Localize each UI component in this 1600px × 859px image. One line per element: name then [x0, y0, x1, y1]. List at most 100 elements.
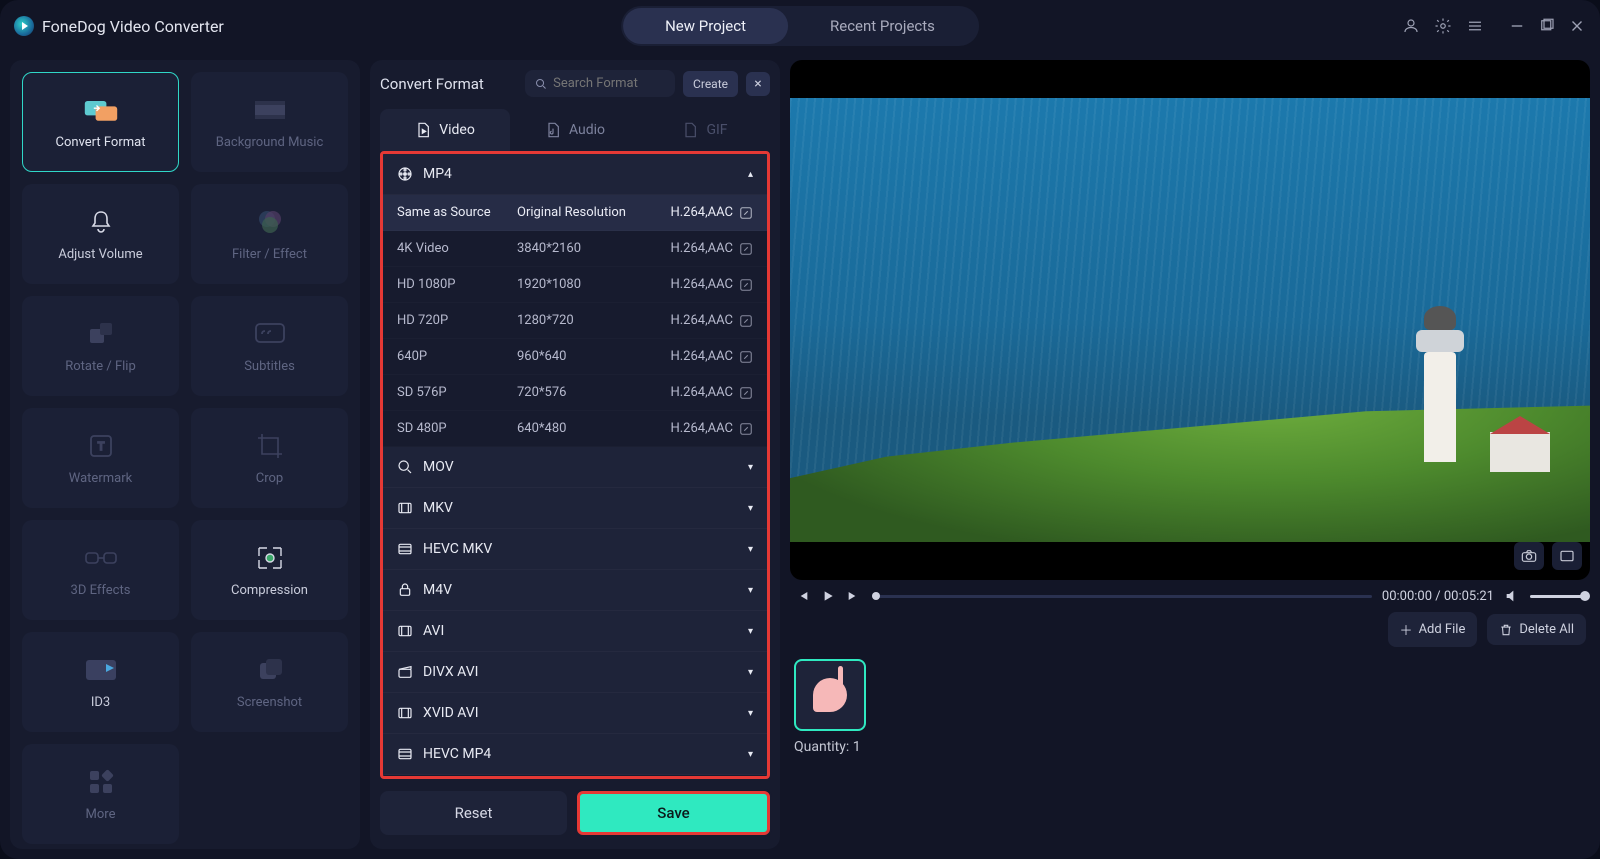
tool-label: Convert Format [56, 135, 146, 150]
close-icon[interactable] [1568, 17, 1586, 35]
magnify-icon [397, 459, 413, 475]
preset-row[interactable]: 640P960*640H.264,AAC [383, 339, 767, 375]
gif-file-icon [682, 122, 698, 138]
format-group-mp4[interactable]: MP4 ▴ [383, 154, 767, 195]
format-tab-audio[interactable]: Audio [510, 109, 640, 151]
video-file-icon [415, 122, 431, 138]
tool-filter-effect[interactable]: Filter / Effect [191, 184, 348, 284]
player-controls: 00:00:00 / 00:05:21 [790, 588, 1590, 604]
chevron-down-icon: ▾ [748, 544, 753, 555]
format-group-hevc-mp4[interactable]: HEVC MP4▾ [383, 734, 767, 775]
format-group-divx-avi[interactable]: DIVX AVI▾ [383, 652, 767, 693]
format-tab-gif[interactable]: GIF [640, 109, 770, 151]
edit-icon[interactable] [739, 422, 753, 436]
panel-title: Convert Format [380, 75, 484, 93]
menu-icon[interactable] [1466, 17, 1484, 35]
preset-row[interactable]: 4K Video3840*2160H.264,AAC [383, 231, 767, 267]
prev-icon[interactable] [794, 588, 810, 604]
quantity-label: Quantity: 1 [794, 739, 866, 755]
tool-screenshot[interactable]: Screenshot [191, 632, 348, 732]
tool-id3[interactable]: ID3 [22, 632, 179, 732]
compression-icon [252, 543, 288, 573]
delete-all-button[interactable]: Delete All [1487, 614, 1586, 645]
preset-row[interactable]: HD 1080P1920*1080H.264,AAC [383, 267, 767, 303]
gear-icon[interactable] [1434, 17, 1452, 35]
format-tab-video[interactable]: Video [380, 109, 510, 151]
add-file-button[interactable]: ＋ Add File [1388, 612, 1478, 647]
edit-icon[interactable] [739, 350, 753, 364]
tool-sidebar: Convert Format Background Music Adjust V… [10, 60, 360, 849]
clapper-icon [397, 664, 413, 680]
play-icon[interactable] [820, 588, 836, 604]
chevron-down-icon: ▾ [748, 462, 753, 473]
glasses-3d-icon [83, 543, 119, 573]
tool-background-music[interactable]: Background Music [191, 72, 348, 172]
chevron-down-icon: ▾ [748, 749, 753, 760]
tool-more[interactable]: More [22, 744, 179, 844]
save-button[interactable]: Save [577, 791, 770, 835]
bell-icon [83, 207, 119, 237]
time-display: 00:00:00 / 00:05:21 [1382, 589, 1494, 604]
music-note-icon [813, 678, 847, 712]
film-icon [397, 746, 413, 762]
tab-recent-projects[interactable]: Recent Projects [788, 8, 977, 44]
minimize-icon[interactable] [1508, 17, 1526, 35]
tool-label: Compression [231, 583, 308, 598]
film-icon [397, 500, 413, 516]
fullscreen-button[interactable] [1552, 542, 1582, 570]
close-panel-button[interactable]: × [746, 72, 770, 96]
audio-file-icon [545, 122, 561, 138]
tool-convert-format[interactable]: Convert Format [22, 72, 179, 172]
snapshot-button[interactable] [1514, 542, 1544, 570]
tool-compression[interactable]: Compression [191, 520, 348, 620]
edit-icon[interactable] [739, 278, 753, 292]
preset-row[interactable]: Same as Source Original Resolution H.264… [383, 195, 767, 231]
create-button[interactable]: Create [683, 71, 738, 97]
progress-bar[interactable] [872, 595, 1372, 598]
tool-adjust-volume[interactable]: Adjust Volume [22, 184, 179, 284]
tab-new-project[interactable]: New Project [623, 8, 788, 44]
reel-icon [397, 166, 413, 182]
tool-watermark[interactable]: T Watermark [22, 408, 179, 508]
edit-icon[interactable] [739, 314, 753, 328]
preset-row[interactable]: HD 720P1280*720H.264,AAC [383, 303, 767, 339]
edit-icon[interactable] [739, 386, 753, 400]
id3-icon [83, 655, 119, 685]
account-icon[interactable] [1402, 17, 1420, 35]
format-group-hevc-mkv[interactable]: HEVC MKV▾ [383, 529, 767, 570]
chevron-down-icon: ▾ [748, 708, 753, 719]
watermark-icon: T [83, 431, 119, 461]
volume-icon[interactable] [1504, 588, 1520, 604]
rotate-icon [83, 319, 119, 349]
tool-subtitles[interactable]: Subtitles [191, 296, 348, 396]
preset-row[interactable]: SD 576P720*576H.264,AAC [383, 375, 767, 411]
tool-label: Filter / Effect [232, 247, 307, 262]
edit-icon[interactable] [739, 206, 753, 220]
volume-slider[interactable] [1530, 595, 1586, 598]
next-icon[interactable] [846, 588, 862, 604]
media-thumbnail[interactable] [794, 659, 866, 731]
format-group-avi[interactable]: AVI▾ [383, 611, 767, 652]
music-film-icon [252, 95, 288, 125]
project-tabs: New Project Recent Projects [621, 6, 979, 46]
format-group-m4v[interactable]: M4V▾ [383, 570, 767, 611]
crop-icon [252, 431, 288, 461]
search-format-input[interactable] [525, 70, 675, 97]
title-bar: FoneDog Video Converter New Project Rece… [0, 0, 1600, 52]
reset-button[interactable]: Reset [380, 791, 567, 835]
app-title: FoneDog Video Converter [42, 17, 224, 36]
tool-3d-effects[interactable]: 3D Effects [22, 520, 179, 620]
format-group-mov[interactable]: MOV▾ [383, 447, 767, 488]
format-group-mkv[interactable]: MKV▾ [383, 488, 767, 529]
format-group-xvid-avi[interactable]: XVID AVI▾ [383, 693, 767, 734]
film-icon [397, 623, 413, 639]
tool-crop[interactable]: Crop [191, 408, 348, 508]
edit-icon[interactable] [739, 242, 753, 256]
chevron-down-icon: ▾ [748, 626, 753, 637]
tool-label: Subtitles [244, 359, 295, 374]
tool-rotate-flip[interactable]: Rotate / Flip [22, 296, 179, 396]
maximize-icon[interactable] [1538, 17, 1556, 35]
chevron-down-icon: ▾ [748, 667, 753, 678]
preset-row[interactable]: SD 480P640*480H.264,AAC [383, 411, 767, 447]
svg-text:T: T [97, 440, 104, 453]
